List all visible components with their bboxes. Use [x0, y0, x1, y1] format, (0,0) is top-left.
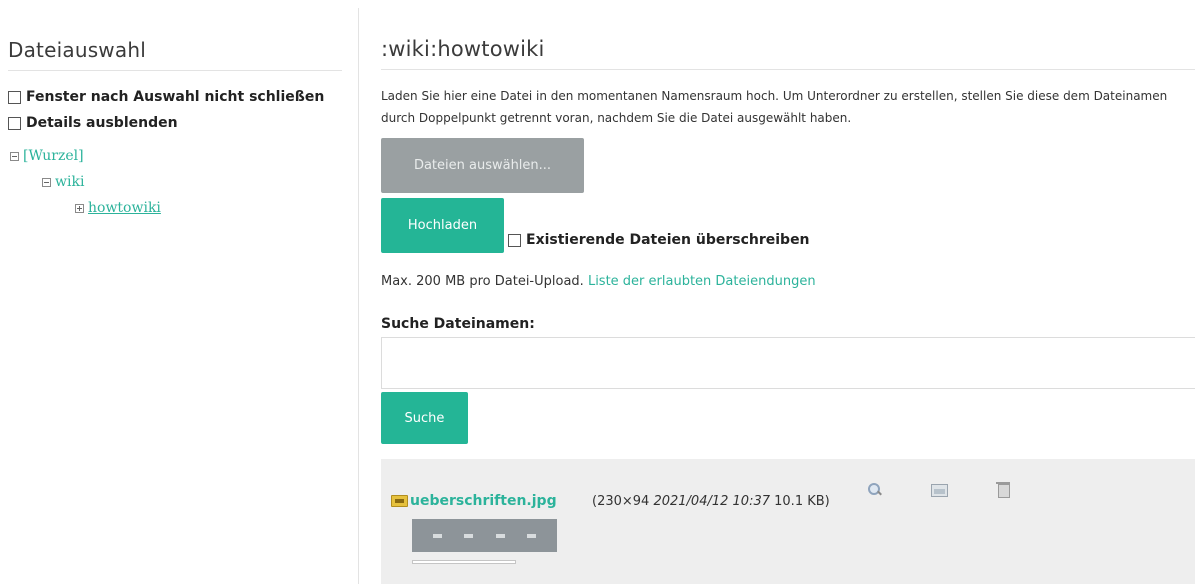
media-manager-sidebar: Dateiauswahl Fenster nach Auswahl nicht …: [0, 0, 358, 584]
search-label: Suche Dateinamen:: [381, 316, 535, 332]
hide-details-checkbox[interactable]: [8, 116, 21, 130]
file-list: ueberschriften.jpg (230×94 2021/04/12 10…: [381, 459, 1195, 584]
choose-files-button[interactable]: Dateien auswählen...: [381, 138, 584, 193]
overwrite-checkbox[interactable]: [508, 233, 521, 247]
file-thumbnail[interactable]: [412, 519, 557, 552]
tree-item-root[interactable]: [Wurzel]: [10, 148, 84, 164]
image-icon[interactable]: [931, 484, 948, 497]
max-size-text: Max. 200 MB pro Datei-Upload.: [381, 274, 584, 289]
tree-item-wiki-label[interactable]: wiki: [55, 174, 84, 190]
jpg-file-icon: [391, 495, 408, 507]
file-dimensions: (230×94: [592, 494, 650, 509]
hide-details-label: Details ausblenden: [26, 115, 178, 131]
collapse-icon[interactable]: [10, 151, 19, 161]
upload-limit-info: Max. 200 MB pro Datei-Upload. Liste der …: [381, 274, 816, 289]
tree-item-root-label[interactable]: [Wurzel]: [23, 148, 84, 164]
thumbnail-mark: [464, 533, 474, 538]
collapse-icon[interactable]: [42, 177, 51, 187]
overwrite-option[interactable]: Existierende Dateien überschreiben: [508, 232, 810, 248]
tree-item-howtowiki-label[interactable]: howtowiki: [88, 200, 161, 216]
file-meta: (230×94 2021/04/12 10:37 10.1 KB): [592, 494, 830, 509]
file-datetime: 2021/04/12 10:37: [653, 494, 770, 509]
namespace-title-divider: [381, 69, 1195, 70]
thumbnail-bar: [412, 560, 516, 564]
thumbnail-mark: [433, 533, 443, 538]
upload-button[interactable]: Hochladen: [381, 198, 504, 253]
file-name-link[interactable]: ueberschriften.jpg: [410, 493, 557, 509]
allowed-extensions-link[interactable]: Liste der erlaubten Dateiendungen: [588, 274, 816, 289]
upload-instructions: Laden Sie hier eine Datei in den momenta…: [381, 89, 1168, 125]
sidebar-title: Dateiauswahl: [8, 38, 146, 62]
sidebar-title-divider: [8, 70, 342, 71]
keep-window-open-label: Fenster nach Auswahl nicht schließen: [26, 89, 325, 105]
keep-window-open-option[interactable]: Fenster nach Auswahl nicht schließen: [8, 89, 324, 105]
namespace-title: :wiki:howtowiki: [381, 37, 545, 61]
hide-details-option[interactable]: Details ausblenden: [8, 115, 178, 131]
thumbnail-mark: [495, 533, 505, 538]
search-filename-input[interactable]: [381, 337, 1195, 389]
file-entry[interactable]: ueberschriften.jpg: [391, 493, 557, 509]
thumbnail-mark: [526, 533, 536, 538]
search-button[interactable]: Suche: [381, 392, 468, 444]
file-size: 10.1 KB): [774, 494, 830, 509]
tree-item-howtowiki[interactable]: howtowiki: [75, 200, 161, 216]
panel-divider: [358, 8, 359, 584]
delete-icon[interactable]: [995, 482, 1011, 498]
keep-window-open-checkbox[interactable]: [8, 90, 21, 104]
tree-item-wiki[interactable]: wiki: [42, 174, 84, 190]
expand-icon[interactable]: [75, 203, 84, 213]
magnifier-icon[interactable]: [867, 482, 883, 498]
overwrite-label: Existierende Dateien überschreiben: [526, 232, 810, 248]
